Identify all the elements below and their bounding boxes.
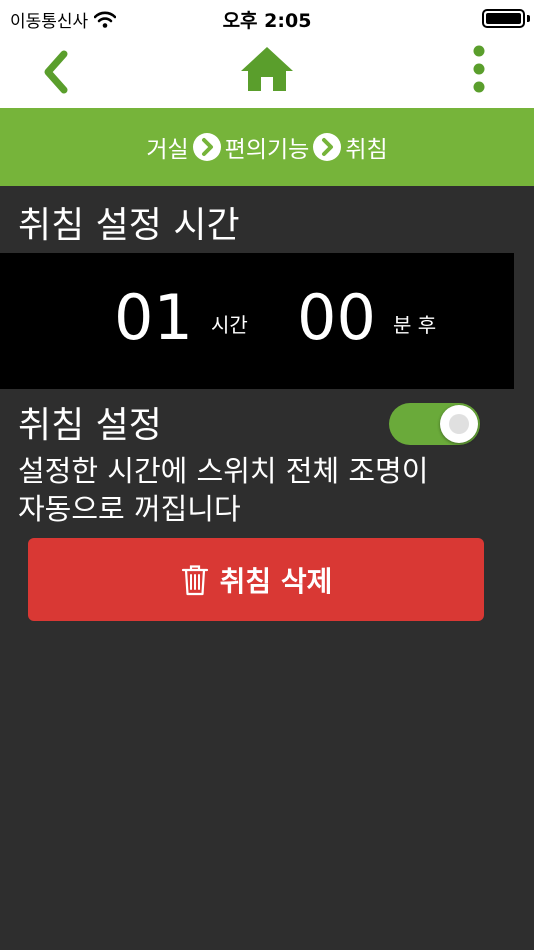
chevron-right-circle-icon bbox=[192, 133, 221, 161]
breadcrumb-item-room[interactable]: 거실 bbox=[146, 130, 188, 164]
trash-icon bbox=[181, 564, 208, 595]
sleep-time-title: 취침 설정 시간 bbox=[18, 205, 240, 246]
nav-bar bbox=[0, 36, 534, 108]
description-line-1: 설정한 시간에 스위치 전체 조명이 bbox=[18, 454, 429, 488]
status-bar: 이동통신사 오후 2:05 bbox=[0, 0, 534, 36]
battery-cap bbox=[527, 15, 530, 22]
chevron-left-icon[interactable] bbox=[36, 44, 78, 100]
minutes-unit: 분 후 bbox=[393, 313, 437, 337]
minutes-value[interactable]: 00 bbox=[297, 281, 376, 354]
delete-button-label: 취침 삭제 bbox=[219, 564, 333, 598]
breadcrumb-item-sleep: 취침 bbox=[345, 137, 388, 163]
home-icon[interactable] bbox=[238, 43, 296, 95]
hours-unit: 시간 bbox=[211, 313, 248, 337]
toggle-knob bbox=[440, 405, 478, 443]
breadcrumb: 거실 편의기능 취침 bbox=[0, 108, 534, 186]
breadcrumb-item-features[interactable]: 편의기능 bbox=[225, 130, 310, 164]
status-time: 오후 2:05 bbox=[222, 10, 312, 32]
hours-value[interactable]: 01 bbox=[114, 281, 193, 354]
battery-icon bbox=[482, 9, 525, 28]
description-line-2: 자동으로 꺼집니다 bbox=[18, 492, 241, 526]
sleep-setting-title: 취침 설정 bbox=[18, 405, 162, 446]
time-picker-panel[interactable] bbox=[0, 253, 514, 389]
chevron-right-circle-icon bbox=[313, 133, 342, 161]
delete-sleep-button[interactable]: 취침 삭제 bbox=[28, 538, 484, 621]
sleep-description: 설정한 시간에 스위치 전체 조명이 자동으로 꺼집니다 bbox=[18, 452, 498, 528]
more-vertical-icon[interactable] bbox=[466, 44, 492, 96]
sleep-toggle[interactable] bbox=[389, 403, 480, 445]
